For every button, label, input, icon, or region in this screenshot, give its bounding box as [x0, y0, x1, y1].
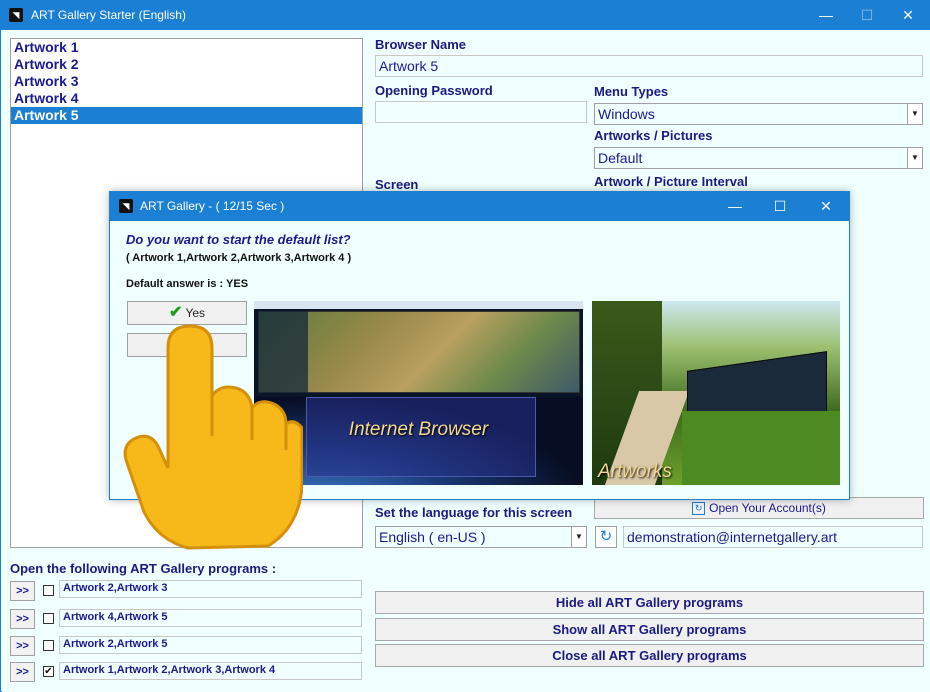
program-checkbox[interactable] — [43, 613, 54, 624]
list-item[interactable]: Artwork 3 — [11, 73, 362, 90]
artworks-pictures-select[interactable]: Default ▼ — [594, 147, 923, 169]
opening-password-input[interactable] — [375, 101, 587, 123]
refresh-icon: ↻ — [692, 502, 706, 516]
list-item[interactable]: Artwork 2 — [11, 56, 362, 73]
email-field[interactable]: demonstration@internetgallery.art — [623, 526, 923, 548]
artworks-pictures-value: Default — [598, 150, 643, 166]
opening-password-label: Opening Password — [375, 83, 493, 98]
pointing-hand-icon — [123, 324, 303, 550]
open-program-button[interactable]: >> — [10, 581, 35, 601]
chevron-down-icon[interactable]: ▼ — [907, 104, 922, 124]
chevron-down-icon[interactable]: ▼ — [907, 148, 922, 168]
maximize-button[interactable]: ☐ — [847, 1, 887, 30]
window-title: ART Gallery Starter (English) — [31, 8, 186, 22]
interval-label: Artwork / Picture Interval — [594, 174, 748, 189]
open-account-label: Open Your Account(s) — [709, 501, 826, 515]
show-all-button[interactable]: Show all ART Gallery programs — [375, 618, 924, 641]
open-account-button[interactable]: ↻ Open Your Account(s) — [594, 497, 924, 519]
list-item-selected[interactable]: Artwork 5 — [11, 107, 362, 124]
language-label: Set the language for this screen — [375, 505, 573, 520]
title-bar: ◥ ART Gallery Starter (English) — ☐ ✕ — [1, 1, 929, 30]
open-program-button[interactable]: >> — [10, 662, 35, 682]
screen-label: Screen — [375, 177, 419, 192]
language-value: English ( en-US ) — [379, 529, 486, 545]
program-field[interactable]: Artwork 1,Artwork 2,Artwork 3,Artwork 4 — [59, 662, 362, 680]
close-all-button[interactable]: Close all ART Gallery programs — [375, 644, 924, 667]
open-program-button[interactable]: >> — [10, 609, 35, 629]
image2-caption: Artworks — [598, 461, 672, 482]
dialog-list-text: ( Artwork 1,Artwork 2,Artwork 3,Artwork … — [126, 252, 352, 264]
open-program-button[interactable]: >> — [10, 636, 35, 656]
program-field[interactable]: Artwork 4,Artwork 5 — [59, 609, 362, 627]
browser-name-input[interactable]: Artwork 5 — [375, 55, 923, 77]
minimize-button[interactable]: — — [806, 1, 846, 30]
artworks-image: Artworks — [592, 301, 840, 485]
program-field[interactable]: Artwork 2,Artwork 5 — [59, 636, 362, 654]
close-button[interactable]: ✕ — [806, 192, 846, 221]
list-item[interactable]: Artwork 4 — [11, 90, 362, 107]
dialog-question: Do you want to start the default list? — [126, 232, 351, 247]
program-field[interactable]: Artwork 2,Artwork 3 — [59, 580, 362, 598]
refresh-icon[interactable]: ↻ — [595, 526, 617, 548]
image1-caption: Internet Browser — [348, 419, 489, 440]
minimize-button[interactable]: — — [715, 192, 755, 221]
browser-name-label: Browser Name — [375, 37, 467, 52]
dialog-title: ART Gallery - ( 12/15 Sec ) — [140, 199, 285, 213]
app-icon: ◥ — [9, 8, 23, 22]
maximize-button[interactable]: ☐ — [760, 192, 800, 221]
program-checkbox[interactable] — [43, 640, 54, 651]
internet-browser-image: Internet Browser — [254, 301, 583, 485]
programs-title: Open the following ART Gallery programs … — [10, 561, 277, 576]
artworks-pictures-label: Artworks / Pictures — [594, 128, 713, 143]
dialog-default-answer: Default answer is : YES — [126, 278, 249, 290]
language-select[interactable]: English ( en-US ) ▼ — [375, 526, 587, 548]
program-checkbox[interactable] — [43, 585, 54, 596]
hide-all-button[interactable]: Hide all ART Gallery programs — [375, 591, 924, 614]
menu-types-value: Windows — [598, 106, 655, 122]
dialog-title-bar: ◥ ART Gallery - ( 12/15 Sec ) — ☐ ✕ — [110, 192, 849, 221]
app-icon: ◥ — [119, 199, 133, 213]
menu-types-label: Menu Types — [594, 84, 669, 99]
close-button[interactable]: ✕ — [888, 1, 928, 30]
menu-types-select[interactable]: Windows ▼ — [594, 103, 923, 125]
program-checkbox-checked[interactable]: ✔ — [43, 666, 54, 677]
list-item[interactable]: Artwork 1 — [11, 39, 362, 56]
chevron-down-icon[interactable]: ▼ — [571, 527, 586, 547]
